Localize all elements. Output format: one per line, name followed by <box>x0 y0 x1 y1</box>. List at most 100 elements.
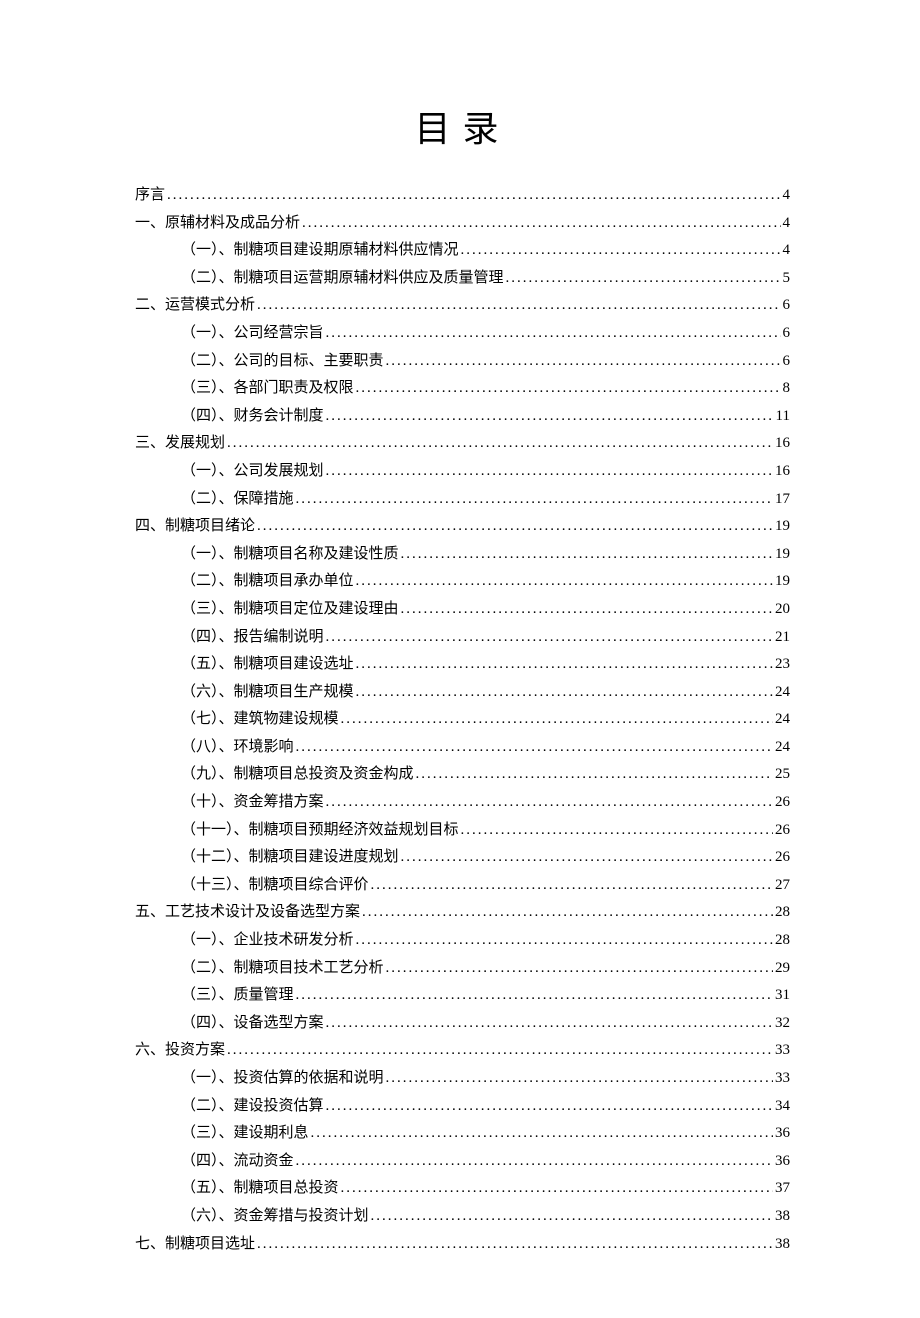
toc-entry-leader <box>401 596 773 624</box>
toc-entry-page: 34 <box>775 1093 790 1121</box>
toc-entry-label: （二）、建设投资估算 <box>181 1093 324 1121</box>
toc-entry-page: 26 <box>775 844 790 872</box>
toc-entry-label: （一）、投资估算的依据和说明 <box>181 1065 384 1093</box>
toc-entry-label: （三）、建设期利息 <box>181 1120 309 1148</box>
toc-entry-label: （十三）、制糖项目综合评价 <box>181 872 369 900</box>
toc-entry-leader <box>296 1148 773 1176</box>
toc-entry-label: （一）、公司经营宗旨 <box>181 320 324 348</box>
toc-entry-leader <box>167 182 780 210</box>
toc-entry: （九）、制糖项目总投资及资金构成25 <box>135 761 790 789</box>
toc-entry-page: 16 <box>775 430 790 458</box>
toc-entry-label: （四）、财务会计制度 <box>181 403 324 431</box>
toc-entry: （十三）、制糖项目综合评价27 <box>135 872 790 900</box>
toc-entry-leader <box>326 403 774 431</box>
toc-entry: （六）、制糖项目生产规模24 <box>135 679 790 707</box>
toc-entry: （三）、质量管理31 <box>135 982 790 1010</box>
toc-entry-label: （一）、制糖项目名称及建设性质 <box>181 541 399 569</box>
toc-entry-label: 三、发展规划 <box>135 430 225 458</box>
toc-entry-page: 32 <box>775 1010 790 1038</box>
toc-entry: （三）、各部门职责及权限8 <box>135 375 790 403</box>
toc-entry-label: （七）、建筑物建设规模 <box>181 706 339 734</box>
toc-entry-leader <box>227 430 773 458</box>
toc-entry-leader <box>326 789 773 817</box>
toc-entry-label: （三）、各部门职责及权限 <box>181 375 354 403</box>
toc-entry-label: （三）、制糖项目定位及建设理由 <box>181 596 399 624</box>
toc-entry: （十一）、制糖项目预期经济效益规划目标26 <box>135 817 790 845</box>
toc-entry-page: 19 <box>775 513 790 541</box>
toc-entry-page: 19 <box>775 568 790 596</box>
toc-entry-label: （三）、质量管理 <box>181 982 294 1010</box>
toc-entry-page: 29 <box>775 955 790 983</box>
toc-entry-leader <box>416 761 773 789</box>
toc-entry-page: 25 <box>775 761 790 789</box>
toc-entry-label: 五、工艺技术设计及设备选型方案 <box>135 899 360 927</box>
toc-entry-page: 17 <box>775 486 790 514</box>
toc-entry-leader <box>356 927 773 955</box>
toc-entry-page: 37 <box>775 1175 790 1203</box>
toc-entry: 二、运营模式分析 6 <box>135 292 790 320</box>
toc-entry-page: 33 <box>775 1037 790 1065</box>
toc-entry: （四）、财务会计制度11 <box>135 403 790 431</box>
toc-entry: （五）、制糖项目总投资37 <box>135 1175 790 1203</box>
toc-entry-leader <box>311 1120 773 1148</box>
toc-entry-label: （四）、报告编制说明 <box>181 624 324 652</box>
toc-entry-page: 4 <box>783 182 791 210</box>
toc-entry-page: 6 <box>783 292 791 320</box>
toc-entry: （一）、公司经营宗旨6 <box>135 320 790 348</box>
toc-entry-page: 20 <box>775 596 790 624</box>
toc-entry: （四）、流动资金36 <box>135 1148 790 1176</box>
toc-entry-page: 38 <box>775 1231 790 1259</box>
toc-entry-leader <box>257 513 773 541</box>
toc-entry: 三、发展规划 16 <box>135 430 790 458</box>
toc-entry-label: （四）、设备选型方案 <box>181 1010 324 1038</box>
toc-entry-leader <box>326 320 781 348</box>
toc-entry: （一）、公司发展规划16 <box>135 458 790 486</box>
toc-entry-label: 七、制糖项目选址 <box>135 1231 255 1259</box>
toc-entry-leader <box>386 348 781 376</box>
toc-entry-leader <box>296 982 773 1010</box>
toc-entry-page: 38 <box>775 1203 790 1231</box>
toc-entry-label: （二）、制糖项目承办单位 <box>181 568 354 596</box>
toc-entry: （七）、建筑物建设规模 24 <box>135 706 790 734</box>
toc-entry: （十二）、制糖项目建设进度规划26 <box>135 844 790 872</box>
toc-entry: 四、制糖项目绪论19 <box>135 513 790 541</box>
toc-entry-label: （一）、企业技术研发分析 <box>181 927 354 955</box>
toc-entry-page: 19 <box>775 541 790 569</box>
toc-entry: （五）、制糖项目建设选址23 <box>135 651 790 679</box>
toc-entry-leader <box>386 955 773 983</box>
toc-entry: （八）、环境影响24 <box>135 734 790 762</box>
toc-entry: （十）、资金筹措方案26 <box>135 789 790 817</box>
toc-entry-page: 6 <box>783 348 791 376</box>
toc-entry: （四）、设备选型方案 32 <box>135 1010 790 1038</box>
toc-entry-label: （二）、公司的目标、主要职责 <box>181 348 384 376</box>
toc-entry: （二）、公司的目标、主要职责 6 <box>135 348 790 376</box>
toc-entry-leader <box>401 541 773 569</box>
toc-entry-leader <box>356 679 773 707</box>
toc-entry-page: 24 <box>775 706 790 734</box>
toc-entry-page: 4 <box>783 210 791 238</box>
toc-entry-leader <box>362 899 773 927</box>
toc-entry: （一）、投资估算的依据和说明33 <box>135 1065 790 1093</box>
toc-entry: （二）、制糖项目运营期原辅材料供应及质量管理5 <box>135 265 790 293</box>
toc-entry: （二）、制糖项目技术工艺分析 29 <box>135 955 790 983</box>
toc-entry-leader <box>401 844 773 872</box>
toc-entry-leader <box>326 1010 773 1038</box>
toc-entry-leader <box>302 210 780 238</box>
toc-entry: （二）、制糖项目承办单位 19 <box>135 568 790 596</box>
toc-entry-leader <box>341 706 773 734</box>
toc-entry-label: （一）、制糖项目建设期原辅材料供应情况 <box>181 237 459 265</box>
toc-entry-page: 36 <box>775 1120 790 1148</box>
toc-entry-page: 26 <box>775 817 790 845</box>
toc-entry-label: 二、运营模式分析 <box>135 292 255 320</box>
toc-entry-page: 28 <box>775 899 790 927</box>
toc-entry-page: 28 <box>775 927 790 955</box>
toc-entry-label: （一）、公司发展规划 <box>181 458 324 486</box>
toc-entry-leader <box>371 1203 773 1231</box>
toc-entry-leader <box>227 1037 773 1065</box>
toc-entry-label: （五）、制糖项目建设选址 <box>181 651 354 679</box>
toc-entry-label: （二）、制糖项目技术工艺分析 <box>181 955 384 983</box>
toc-entry-label: 一、原辅材料及成品分析 <box>135 210 300 238</box>
toc-entry-label: （六）、制糖项目生产规模 <box>181 679 354 707</box>
toc-entry-label: （八）、环境影响 <box>181 734 294 762</box>
toc-entry-label: （二）、保障措施 <box>181 486 294 514</box>
